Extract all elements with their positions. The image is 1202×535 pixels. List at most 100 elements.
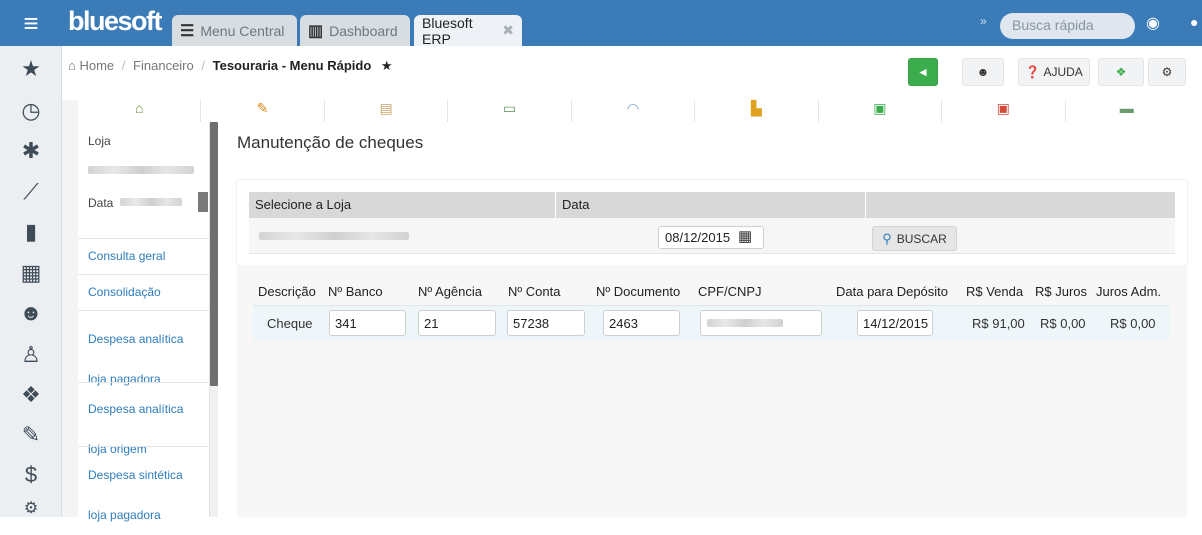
user-icon[interactable]: ● (1190, 14, 1198, 30)
cell-juros: R$ 0,00 (1040, 316, 1086, 331)
list-icon: ☰ (180, 22, 195, 40)
hamburger-menu-icon[interactable]: ≡ (0, 0, 62, 46)
shortcut-money-add-icon[interactable]: ▣ (819, 100, 943, 122)
tab-dashboard[interactable]: ▥ Dashboard (300, 15, 410, 46)
col-cpf-cnpj: CPF/CNPJ (698, 284, 762, 299)
loja-label: Loja (88, 134, 111, 148)
dollar-icon[interactable]: $ (0, 462, 62, 488)
home-icon: ⌂ (68, 58, 76, 73)
wrench-icon[interactable]: ✎ (0, 422, 62, 448)
col-data-deposito: Data para Depósito (836, 284, 949, 299)
menu-item[interactable]: Consolidação (78, 274, 210, 310)
logo: bluesoft (68, 6, 163, 36)
menu-item[interactable]: Despesa analítica loja pagadora (78, 310, 210, 386)
banco-input[interactable]: 341 (329, 310, 406, 336)
data-value[interactable] (120, 198, 182, 206)
cubes-icon: ❖ (1115, 65, 1127, 79)
breadcrumb-home[interactable]: Home (79, 58, 114, 73)
chevron-down-icon[interactable]: » (980, 14, 987, 28)
search-icon: ⚲ (882, 230, 892, 246)
breadcrumb: ⌂ Home / Financeiro / Tesouraria - Menu … (68, 58, 393, 73)
settings-button[interactable]: ⚙ (1148, 58, 1186, 86)
users-button[interactable]: ☻ (962, 58, 1004, 86)
help-icon: ❓ (1025, 65, 1041, 79)
action-header (866, 192, 1175, 218)
calendar-icon[interactable]: ▦ (738, 227, 752, 245)
close-icon[interactable]: ✖ (502, 22, 514, 39)
col-documento: Nº Documento (596, 284, 681, 299)
filter-panel: Loja Data Consulta geral Consolidação De… (78, 122, 210, 522)
clock-icon[interactable]: ◷ (0, 98, 62, 124)
shortcut-ledger-icon[interactable]: ▤ (325, 100, 449, 122)
breadcrumb-current: Tesouraria - Menu Rápido (212, 58, 372, 73)
menu-item[interactable]: Consulta geral (78, 238, 210, 274)
menu-item[interactable]: Despesa analítica loja origem (78, 382, 210, 456)
col-agencia: Nº Agência (418, 284, 483, 299)
briefcase-icon[interactable]: ▮ (0, 219, 62, 245)
col-juros-adm: Juros Adm. (1096, 284, 1162, 299)
col-descricao: Descrição (258, 284, 316, 299)
search-button[interactable]: ⚲ BUSCAR (872, 226, 957, 251)
gears-icon: ⚙ (1161, 65, 1173, 79)
data-header: Data (556, 192, 866, 218)
loja-value[interactable] (88, 166, 194, 174)
shortcut-home-icon[interactable]: ⌂ (78, 100, 202, 122)
cubes-button[interactable]: ❖ (1098, 58, 1144, 86)
documento-input[interactable]: 2463 (603, 310, 680, 336)
breadcrumb-section[interactable]: Financeiro (133, 58, 194, 73)
shortcut-pencil-icon[interactable]: ✎ (201, 100, 325, 122)
cell-descricao: Cheque (267, 316, 313, 331)
cell-venda: R$ 91,00 (972, 316, 1025, 331)
col-conta: Nº Conta (508, 284, 561, 299)
shortcut-money-remove-icon[interactable]: ▣ (942, 100, 1066, 122)
tab-bluesoft-erp[interactable]: Bluesoft ERP ✖ (414, 14, 522, 47)
col-banco: Nº Banco (328, 284, 383, 299)
bar-chart-icon: ▥ (308, 22, 324, 40)
calculator-icon[interactable]: ▦ (0, 260, 62, 286)
gear-icon[interactable]: ✱ (0, 138, 62, 164)
panel-scrollbar-thumb[interactable] (210, 122, 218, 386)
users-icon: ☻ (976, 65, 990, 79)
cell-juros-adm: R$ 0,00 (1110, 316, 1156, 331)
cpf-cnpj-value (707, 319, 783, 327)
top-bar: ≡ bluesoft ☰ Menu Central ▥ Dashboard Bl… (0, 0, 1202, 47)
person-icon[interactable]: ♙ (0, 342, 62, 368)
shortcut-cash-icon[interactable]: ▬ (1066, 100, 1188, 122)
selected-loja-value[interactable] (259, 232, 409, 240)
col-venda: R$ Venda (966, 284, 1024, 299)
shortcut-strip: ⌂ ✎ ▤ ▭ ◠ ▙ ▣ ▣ ▬ (78, 100, 1188, 122)
cpf-cnpj-input[interactable] (700, 310, 822, 336)
data-picker-button[interactable] (198, 192, 208, 212)
col-juros: R$ Juros (1035, 284, 1088, 299)
settings-icon[interactable]: ⚙ (0, 498, 62, 518)
tab-label: Dashboard (329, 22, 398, 39)
help-button[interactable]: ❓ AJUDA (1018, 58, 1090, 86)
help-label: AJUDA (1043, 65, 1083, 79)
conta-input[interactable]: 57238 (507, 310, 585, 336)
star-icon[interactable]: ★ (0, 56, 62, 82)
search-input[interactable]: Busca rápida (1000, 13, 1135, 39)
data-label: Data (88, 196, 114, 210)
data-deposito-input[interactable]: 14/12/2015 (857, 310, 933, 336)
tab-label: Bluesoft ERP (422, 14, 473, 47)
tab-label: Menu Central (200, 22, 285, 39)
announcement-button[interactable]: ◄ (908, 58, 938, 86)
page-title: Manutenção de cheques (237, 133, 424, 152)
shortcut-circle-icon[interactable]: ◠ (572, 100, 696, 122)
shortcut-coins-icon[interactable]: ▙ (695, 100, 819, 122)
favorite-star-icon[interactable]: ★ (381, 58, 393, 73)
trend-chart-icon[interactable]: ⟋ (0, 179, 62, 205)
select-loja-header: Selecione a Loja (249, 192, 556, 218)
panel-edge (62, 100, 78, 517)
left-icon-bar: ★ ◷ ✱ ⟋ ▮ ▦ ☻ ♙ ❖ ✎ $ ⚙ (0, 46, 62, 517)
checks-table-area (237, 265, 1187, 517)
search-header: Selecione a Loja Data (249, 192, 1175, 218)
agencia-input[interactable]: 21 (418, 310, 496, 336)
tab-menu-central[interactable]: ☰ Menu Central (172, 15, 297, 46)
users-icon[interactable]: ☻ (0, 300, 62, 326)
menu-item[interactable]: Despesa sintética loja pagadora (78, 446, 210, 522)
globe-icon[interactable]: ◉ (1146, 13, 1160, 33)
shortcut-money-icon[interactable]: ▭ (448, 100, 572, 122)
cubes-icon[interactable]: ❖ (0, 382, 62, 408)
search-button-label: BUSCAR (896, 231, 947, 246)
